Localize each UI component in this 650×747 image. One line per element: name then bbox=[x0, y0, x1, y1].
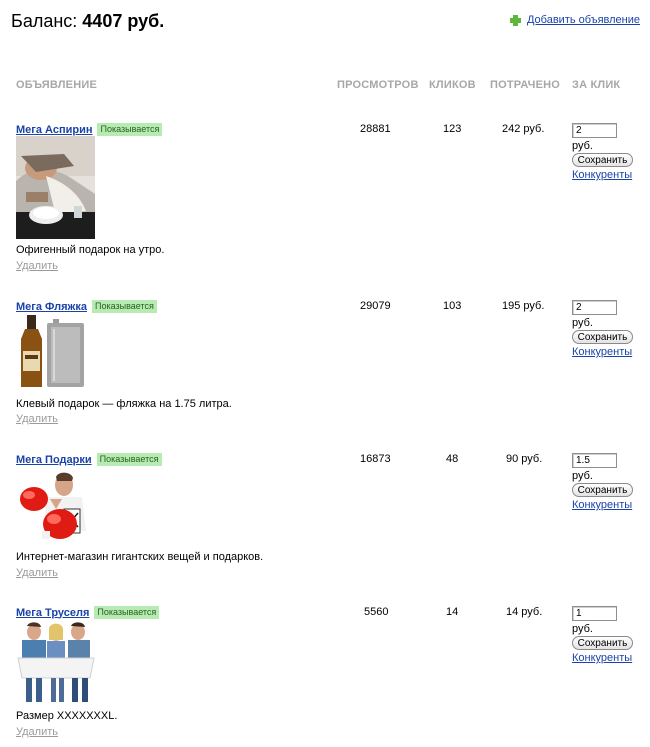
spent-value: 90 руб. bbox=[506, 453, 543, 465]
delete-link[interactable]: Удалить bbox=[16, 260, 58, 272]
clicks-value: 14 bbox=[446, 606, 459, 618]
currency-label: руб. bbox=[572, 317, 593, 329]
status-badge: Показывается bbox=[96, 453, 162, 466]
bid-control: руб. Сохранить Конкуренты bbox=[572, 453, 642, 511]
bid-control: руб. Сохранить Конкуренты bbox=[572, 300, 642, 358]
ad-description: Клевый подарок — фляжка на 1.75 литра. bbox=[16, 398, 232, 410]
save-button[interactable]: Сохранить bbox=[572, 330, 633, 344]
ad-title-group: Мега Подарки Показывается bbox=[16, 453, 162, 466]
delete-link[interactable]: Удалить bbox=[16, 567, 58, 579]
status-badge: Показывается bbox=[97, 123, 163, 136]
ad-thumbnail bbox=[16, 620, 96, 709]
currency-label: руб. bbox=[572, 140, 593, 152]
bid-input[interactable] bbox=[572, 300, 617, 315]
views-value: 5560 bbox=[364, 606, 389, 618]
column-header-views: ПРОСМОТРОВ bbox=[337, 79, 419, 91]
spent-value: 195 руб. bbox=[502, 300, 545, 312]
ad-title-link[interactable]: Мега Фляжка bbox=[16, 301, 87, 313]
delete-link[interactable]: Удалить bbox=[16, 413, 58, 425]
ad-description: Офигенный подарок на утро. bbox=[16, 244, 165, 256]
views-value: 29079 bbox=[360, 300, 391, 312]
clicks-value: 48 bbox=[446, 453, 459, 465]
currency-label: руб. bbox=[572, 470, 593, 482]
competitors-link[interactable]: Конкуренты bbox=[572, 169, 642, 181]
delete-link[interactable]: Удалить bbox=[16, 726, 58, 738]
ad-title-group: Мега Труселя Показывается bbox=[16, 606, 160, 619]
bid-input[interactable] bbox=[572, 606, 617, 621]
clicks-value: 123 bbox=[443, 123, 462, 135]
column-header-ad: ОБЪЯВЛЕНИЕ bbox=[16, 79, 98, 91]
ad-description: Размер XXXXXXXL. bbox=[16, 710, 118, 722]
views-value: 28881 bbox=[360, 123, 391, 135]
competitors-link[interactable]: Конкуренты bbox=[572, 346, 642, 358]
spent-value: 242 руб. bbox=[502, 123, 545, 135]
clicks-value: 103 bbox=[443, 300, 462, 312]
spent-value: 14 руб. bbox=[506, 606, 543, 618]
ad-title-group: Мега Аспирин Показывается bbox=[16, 123, 163, 136]
ad-title-group: Мега Фляжка Показывается bbox=[16, 300, 157, 313]
views-value: 16873 bbox=[360, 453, 391, 465]
ad-title-link[interactable]: Мега Аспирин bbox=[16, 124, 92, 136]
ad-thumbnail bbox=[16, 315, 91, 396]
ad-thumbnail bbox=[16, 469, 96, 551]
status-badge: Показывается bbox=[91, 300, 157, 313]
ad-description: Интернет-магазин гигантских вещей и пода… bbox=[16, 551, 264, 563]
save-button[interactable]: Сохранить bbox=[572, 153, 633, 167]
save-button[interactable]: Сохранить bbox=[572, 483, 633, 497]
balance-label: Баланс: bbox=[11, 11, 78, 31]
bid-input[interactable] bbox=[572, 453, 617, 468]
add-ad-control[interactable]: Добавить объявление bbox=[509, 14, 640, 26]
ad-thumbnail bbox=[16, 136, 95, 244]
save-button[interactable]: Сохранить bbox=[572, 636, 633, 650]
plus-icon[interactable] bbox=[509, 14, 521, 26]
balance-heading: Баланс: 4407 руб. bbox=[11, 11, 164, 32]
add-ad-link[interactable]: Добавить объявление bbox=[527, 14, 640, 26]
competitors-link[interactable]: Конкуренты bbox=[572, 499, 642, 511]
ad-title-link[interactable]: Мега Подарки bbox=[16, 454, 92, 466]
column-header-per-click: ЗА КЛИК bbox=[572, 79, 621, 91]
column-header-clicks: КЛИКОВ bbox=[429, 79, 476, 91]
balance-value: 4407 руб. bbox=[82, 11, 165, 31]
currency-label: руб. bbox=[572, 623, 593, 635]
ad-title-link[interactable]: Мега Труселя bbox=[16, 607, 89, 619]
status-badge: Показывается bbox=[94, 606, 160, 619]
bid-control: руб. Сохранить Конкуренты bbox=[572, 123, 642, 181]
column-header-spent: ПОТРАЧЕНО bbox=[490, 79, 561, 91]
bid-control: руб. Сохранить Конкуренты bbox=[572, 606, 642, 664]
bid-input[interactable] bbox=[572, 123, 617, 138]
competitors-link[interactable]: Конкуренты bbox=[572, 652, 642, 664]
